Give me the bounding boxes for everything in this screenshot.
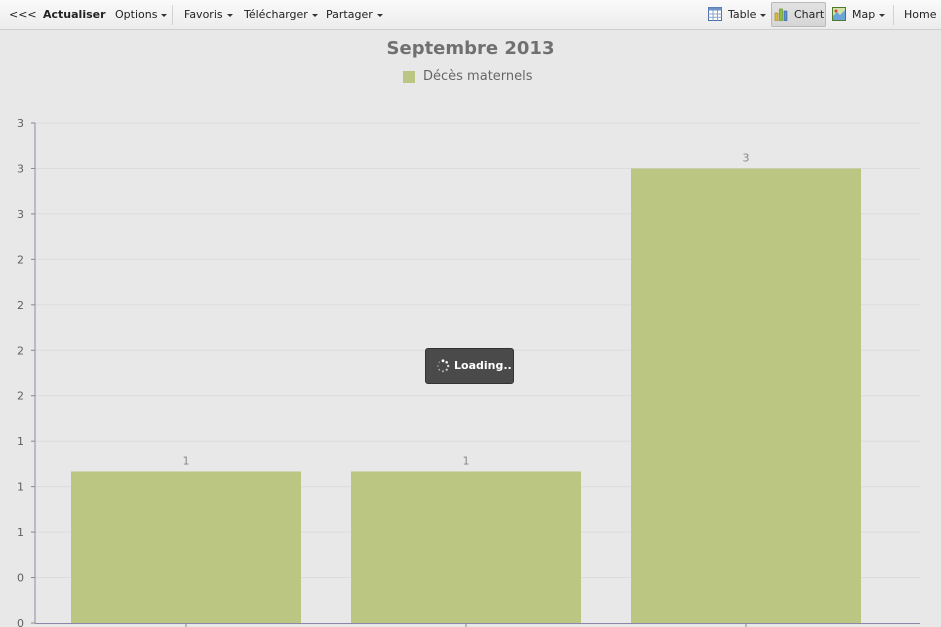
loading-text: Loading..	[454, 359, 512, 372]
y-tick-label: 1	[17, 526, 24, 539]
bar[interactable]	[351, 471, 581, 623]
y-tick-label: 3	[17, 162, 24, 175]
y-tick-label: 3	[17, 117, 24, 130]
bar[interactable]	[71, 471, 301, 623]
loading-indicator: Loading..	[425, 348, 514, 384]
y-tick-label: 1	[17, 481, 24, 494]
y-tick-label: 1	[17, 435, 24, 448]
data-label: 1	[463, 454, 470, 467]
y-tick-label: 2	[17, 299, 24, 312]
data-label: 3	[743, 151, 750, 164]
y-tick-label: 0	[17, 572, 24, 585]
y-tick-label: 2	[17, 390, 24, 403]
y-tick-label: 0	[17, 617, 24, 627]
y-tick-label: 2	[17, 253, 24, 266]
bar[interactable]	[631, 168, 861, 624]
bars: 1 1 3	[71, 151, 861, 624]
spinner-icon	[436, 359, 450, 373]
bar-chart: 1 1 3 0 0 1 1 1 2 2 2 2 3 3 3	[17, 117, 920, 627]
y-tick-label: 2	[17, 344, 24, 357]
y-tick-label: 3	[17, 208, 24, 221]
data-label: 1	[183, 454, 190, 467]
